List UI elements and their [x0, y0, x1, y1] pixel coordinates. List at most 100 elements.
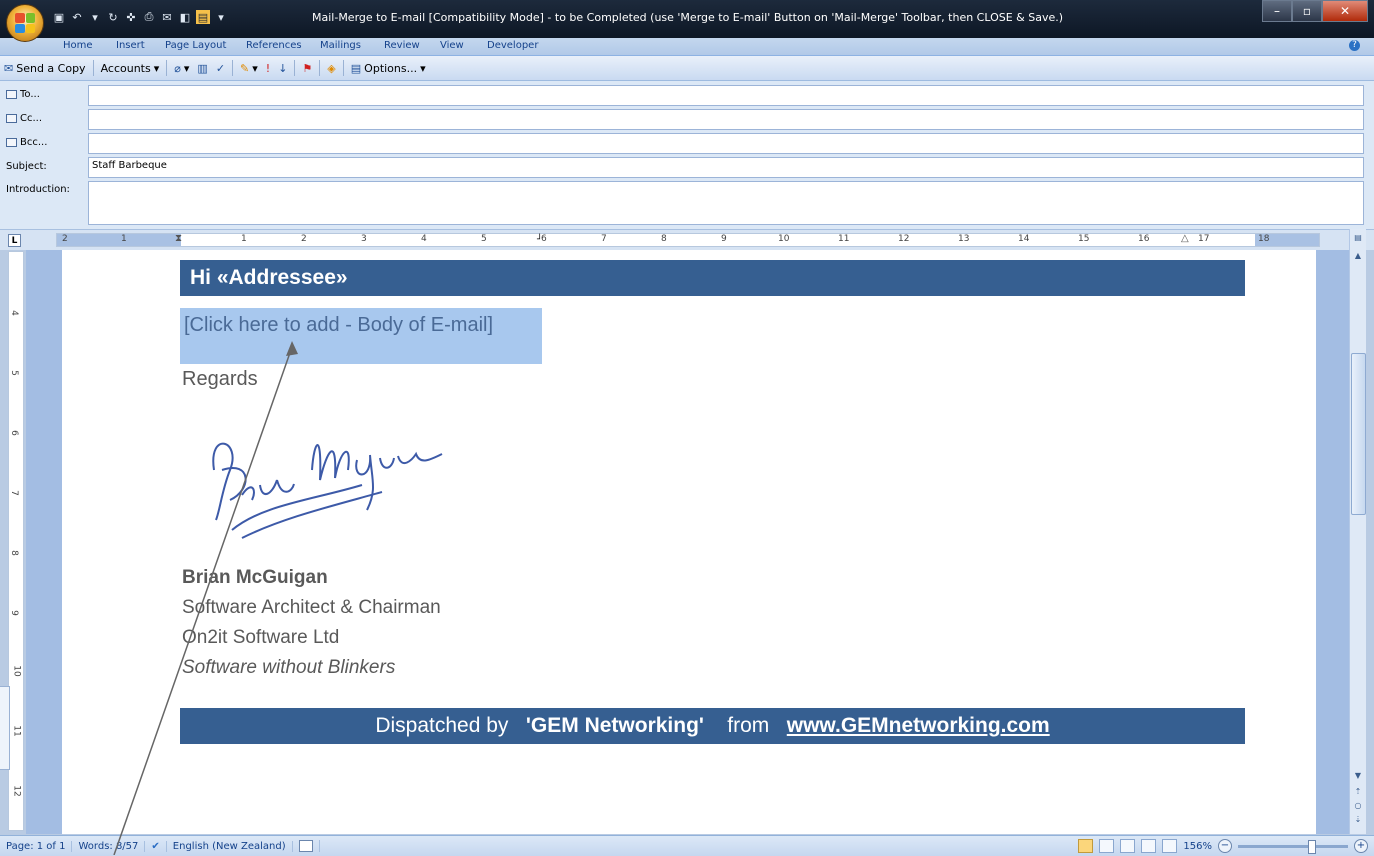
- minimize-button[interactable]: –: [1262, 0, 1292, 22]
- introduction-row: Introduction:: [0, 180, 1374, 226]
- signature-title: Software Architect & Chairman: [182, 597, 441, 618]
- full-screen-reading-view-button[interactable]: [1099, 839, 1115, 853]
- to-field[interactable]: [88, 85, 1364, 106]
- tab-references[interactable]: References: [246, 40, 302, 51]
- vertical-ruler[interactable]: 4 5 6 7 8 9 10 11 12: [8, 251, 24, 831]
- language-indicator[interactable]: English (New Zealand): [167, 840, 293, 852]
- low-importance-button[interactable]: ↓: [274, 62, 291, 75]
- ruler-number: 6: [8, 430, 19, 436]
- highlighted-tool-icon[interactable]: ▤: [196, 10, 210, 24]
- redo-icon[interactable]: ↻: [106, 10, 120, 24]
- signature-company: On2it Software Ltd: [182, 627, 340, 648]
- follow-up-button[interactable]: ⚑: [298, 62, 316, 75]
- introduction-label: Introduction:: [6, 184, 70, 195]
- maximize-button[interactable]: ▫: [1292, 0, 1322, 22]
- paperclip-icon: ⌀: [174, 61, 181, 75]
- tab-insert[interactable]: Insert: [116, 40, 145, 51]
- ruler-number: 14: [1018, 234, 1030, 244]
- right-indent-marker-icon[interactable]: △: [1181, 233, 1189, 244]
- ruler-number: 4: [8, 310, 19, 316]
- send-copy-button[interactable]: ✉ Send a Copy: [0, 62, 90, 75]
- tab-review[interactable]: Review: [384, 40, 420, 51]
- office-button[interactable]: [6, 4, 44, 42]
- ruler-number: 1: [121, 234, 127, 244]
- select-browse-object-button[interactable]: ○: [1350, 799, 1366, 813]
- dispatch-org: 'GEM Networking': [525, 714, 704, 737]
- zoom-level[interactable]: 156%: [1183, 841, 1212, 852]
- format-painter-icon[interactable]: ✜: [124, 10, 138, 24]
- ruler-number: 4: [421, 234, 427, 244]
- cc-field[interactable]: [88, 109, 1364, 130]
- toolbar-separator: [166, 60, 168, 76]
- signature-button[interactable]: ✎ ▾: [236, 62, 262, 75]
- zoom-slider[interactable]: [1238, 839, 1348, 854]
- tab-page-layout[interactable]: Page Layout: [165, 40, 226, 51]
- print-layout-view-button[interactable]: [1078, 839, 1094, 853]
- body-placeholder[interactable]: [Click here to add - Body of E-mail]: [180, 308, 542, 364]
- word-count[interactable]: Words: 8/57: [72, 840, 146, 852]
- ruler-number: 3: [361, 234, 367, 244]
- view-icon[interactable]: ◧: [178, 10, 192, 24]
- ruler-number: 8: [661, 234, 667, 244]
- vertical-scrollbar[interactable]: ▤ ▲ ▼ ⇡ ○ ⇣: [1349, 229, 1366, 834]
- scroll-thumb[interactable]: [1351, 353, 1366, 515]
- previous-page-button[interactable]: ⇡: [1350, 785, 1366, 799]
- tab-view[interactable]: View: [440, 40, 464, 51]
- title-bar: ▣ ↶ ▾ ↻ ✜ ⎙ ✉ ◧ ▤ ▾ Mail-Merge to E-mail…: [0, 0, 1374, 38]
- undo-dropdown-icon[interactable]: ▾: [88, 10, 102, 24]
- next-page-button[interactable]: ⇣: [1350, 813, 1366, 827]
- ruler-number: 5: [481, 234, 487, 244]
- dropdown-arrow-icon: ▾: [252, 61, 258, 75]
- customize-qat-icon[interactable]: ▾: [214, 10, 228, 24]
- scroll-down-button[interactable]: ▼: [1350, 769, 1366, 783]
- tab-stop-marker-icon[interactable]: ┘: [537, 235, 542, 245]
- dispatch-url-link[interactable]: www.GEMnetworking.com: [787, 714, 1050, 737]
- bcc-row: Bcc...: [0, 132, 1374, 154]
- zoom-out-button[interactable]: −: [1218, 839, 1232, 853]
- tab-home[interactable]: Home: [63, 40, 93, 51]
- attach-file-button[interactable]: ⌀ ▾: [170, 62, 193, 75]
- options-button[interactable]: ▤ Options... ▾: [347, 62, 430, 75]
- ruler-number: 7: [601, 234, 607, 244]
- proofing-button[interactable]: ✔: [145, 840, 167, 852]
- web-layout-view-button[interactable]: [1120, 839, 1136, 853]
- tab-selector[interactable]: L: [8, 234, 21, 247]
- greeting-banner[interactable]: Hi «Addressee»: [180, 260, 1245, 296]
- ruler-number: 5: [8, 370, 19, 376]
- outline-view-button[interactable]: [1141, 839, 1157, 853]
- tab-mailings[interactable]: Mailings: [320, 40, 361, 51]
- check-names-button[interactable]: ✓: [212, 62, 229, 75]
- address-book-icon: [6, 138, 17, 147]
- help-icon[interactable]: ?: [1349, 40, 1360, 51]
- close-button[interactable]: ✕: [1322, 0, 1368, 22]
- undo-icon[interactable]: ↶: [70, 10, 84, 24]
- draft-view-button[interactable]: [1162, 839, 1178, 853]
- document-page[interactable]: Hi «Addressee» [Click here to add - Body…: [62, 250, 1316, 834]
- zoom-in-button[interactable]: +: [1354, 839, 1368, 853]
- mail-merge-icon[interactable]: ✉: [160, 10, 174, 24]
- subject-field[interactable]: Staff Barbeque: [88, 157, 1364, 178]
- ruler-toggle-icon[interactable]: ▤: [1350, 231, 1366, 245]
- address-book-button[interactable]: ▥: [193, 62, 211, 75]
- toolbar-separator: [342, 60, 344, 76]
- accounts-button[interactable]: Accounts ▾: [97, 62, 164, 75]
- permission-button[interactable]: ◈: [323, 62, 339, 75]
- zoom-slider-knob[interactable]: [1308, 839, 1316, 854]
- introduction-field[interactable]: [88, 181, 1364, 225]
- indent-marker-icon[interactable]: ⧗: [175, 233, 182, 244]
- macro-record-button[interactable]: [293, 840, 320, 852]
- horizontal-ruler[interactable]: 2 1 1 2 3 4 5 6 7 8 9 10 11 12 13 14 15 …: [56, 233, 1320, 247]
- print-icon[interactable]: ⎙: [142, 10, 156, 24]
- cc-button[interactable]: Cc...: [6, 113, 42, 124]
- to-button[interactable]: To...: [6, 89, 40, 100]
- bcc-button[interactable]: Bcc...: [6, 137, 47, 148]
- save-icon[interactable]: ▣: [52, 10, 66, 24]
- high-importance-button[interactable]: !: [262, 62, 274, 75]
- options-label: Options...: [364, 61, 418, 75]
- scroll-up-button[interactable]: ▲: [1350, 249, 1366, 263]
- toolbar-separator: [92, 60, 94, 76]
- collapsed-pane-tab[interactable]: [0, 686, 10, 770]
- tab-developer[interactable]: Developer: [487, 40, 538, 51]
- page-count[interactable]: Page: 1 of 1: [0, 840, 73, 852]
- bcc-field[interactable]: [88, 133, 1364, 154]
